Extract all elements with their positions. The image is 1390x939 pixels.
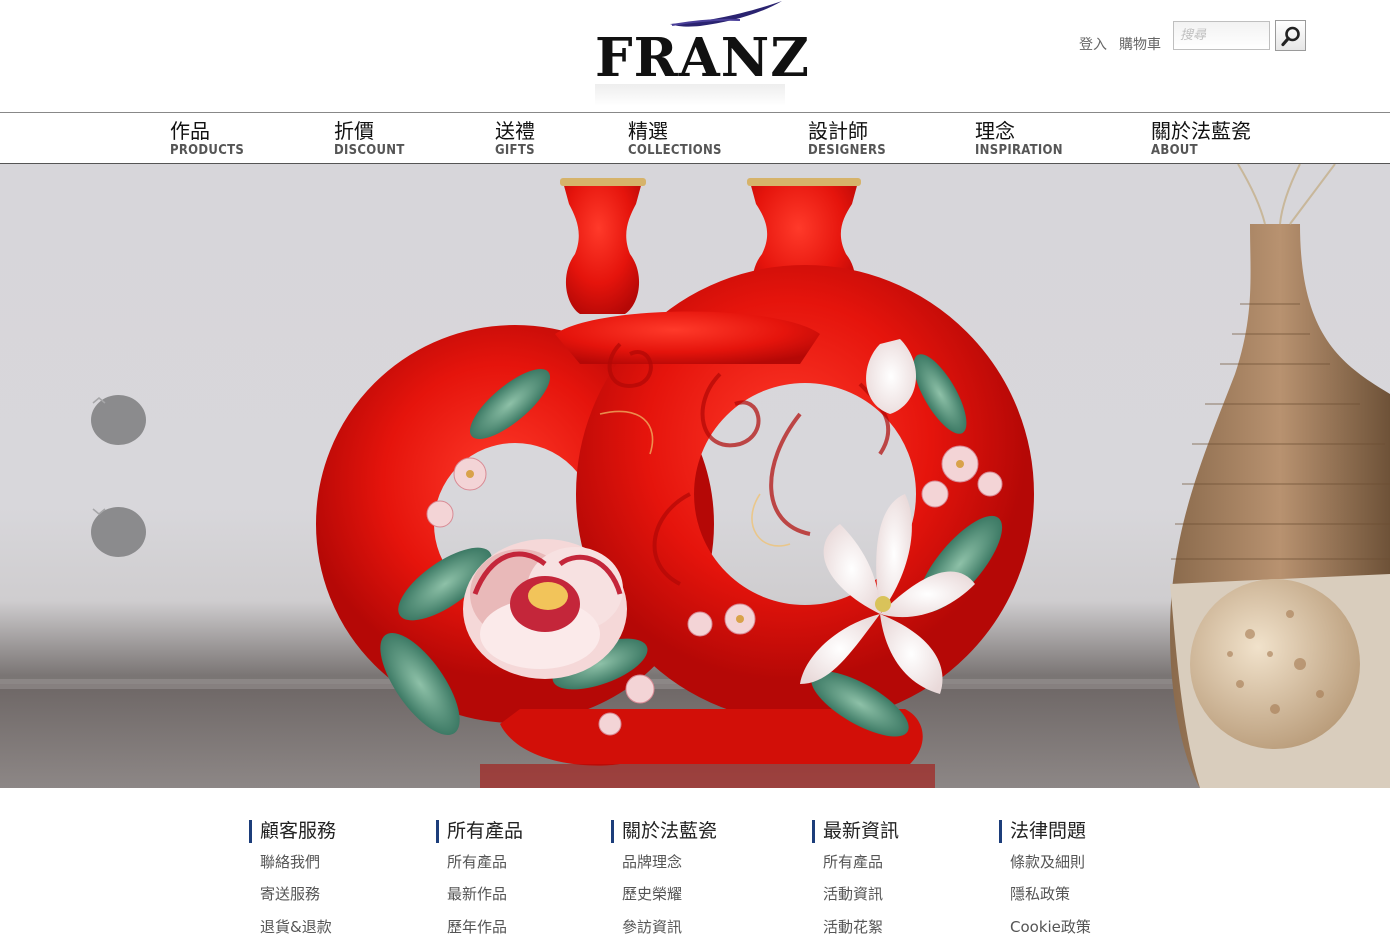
- nav-label-en: DISCOUNT: [334, 143, 405, 158]
- nav-label-zh: 作品: [170, 119, 210, 143]
- footer-link[interactable]: 活動資訊: [823, 884, 899, 904]
- footer-column-title: 顧客服務: [249, 820, 336, 843]
- franz-logo[interactable]: FRANZ: [590, 0, 809, 110]
- site-header: FRANZ 登入 購物車: [0, 0, 1390, 112]
- nav-label-zh: 精選: [628, 119, 668, 143]
- footer-link[interactable]: 最新作品: [447, 884, 523, 904]
- footer-link[interactable]: 聯絡我們: [260, 852, 336, 872]
- hero-vase-image: [0, 164, 1390, 788]
- chevron-up-icon: [92, 397, 106, 404]
- footer-link[interactable]: Cookie政策: [1010, 917, 1091, 937]
- nav-label-en: PRODUCTS: [170, 143, 245, 158]
- footer-link[interactable]: 退貨&退款: [260, 917, 336, 937]
- nav-item-inspiration[interactable]: 理念 INSPIRATION: [975, 118, 1063, 158]
- nav-item-collections[interactable]: 精選 COLLECTIONS: [628, 118, 722, 158]
- search-button[interactable]: [1275, 20, 1306, 51]
- footer-link[interactable]: 所有產品: [447, 852, 523, 872]
- slide-next-button[interactable]: [91, 507, 146, 557]
- cart-link[interactable]: 購物車: [1119, 34, 1161, 54]
- nav-label-en: COLLECTIONS: [628, 143, 722, 158]
- slide-prev-button[interactable]: [91, 395, 146, 445]
- nav-label-zh: 關於法藍瓷: [1151, 119, 1251, 143]
- chevron-down-icon: [92, 508, 106, 515]
- footer-link[interactable]: 隱私政策: [1010, 884, 1091, 904]
- footer-column-news: 最新資訊 所有產品 活動資訊 活動花絮: [812, 820, 899, 937]
- nav-item-gifts[interactable]: 送禮 GIFTS: [495, 118, 535, 158]
- search-icon: [1280, 26, 1300, 46]
- logo-wordmark: FRANZ: [595, 27, 810, 89]
- footer-link[interactable]: 歷年作品: [447, 917, 523, 937]
- nav-label-en: INSPIRATION: [975, 143, 1063, 158]
- site-footer: 顧客服務 聯絡我們 寄送服務 退貨&退款 所有產品 所有產品 最新作品 歷年作品…: [0, 788, 1390, 939]
- nav-label-zh: 送禮: [495, 119, 535, 143]
- footer-column-legal: 法律問題 條款及細則 隱私政策 Cookie政策: [999, 820, 1091, 937]
- nav-label-en: DESIGNERS: [808, 143, 886, 158]
- footer-link[interactable]: 參訪資訊: [622, 917, 717, 937]
- utility-links: 登入 購物車: [1079, 34, 1161, 54]
- nav-label-en: ABOUT: [1151, 143, 1198, 158]
- main-nav: 作品 PRODUCTS 折價 DISCOUNT 送禮 GIFTS 精選 COLL…: [0, 112, 1390, 164]
- footer-column-title: 所有產品: [436, 820, 523, 843]
- footer-column-products: 所有產品 所有產品 最新作品 歷年作品: [436, 820, 523, 937]
- footer-link[interactable]: 品牌理念: [622, 852, 717, 872]
- footer-link[interactable]: 歷史榮耀: [622, 884, 717, 904]
- nav-label-zh: 理念: [975, 119, 1015, 143]
- footer-column-service: 顧客服務 聯絡我們 寄送服務 退貨&退款: [249, 820, 336, 937]
- nav-item-discount[interactable]: 折價 DISCOUNT: [334, 118, 405, 158]
- footer-column-about: 關於法藍瓷 品牌理念 歷史榮耀 參訪資訊: [611, 820, 717, 937]
- footer-column-title: 關於法藍瓷: [611, 820, 717, 843]
- footer-link[interactable]: 所有產品: [823, 852, 899, 872]
- footer-link[interactable]: 寄送服務: [260, 884, 336, 904]
- footer-link[interactable]: 條款及細則: [1010, 852, 1091, 872]
- footer-link[interactable]: 活動花絮: [823, 917, 899, 937]
- nav-label-zh: 設計師: [808, 119, 868, 143]
- hero-banner: [0, 164, 1390, 788]
- logo-reflection: [595, 84, 785, 106]
- footer-column-title: 法律問題: [999, 820, 1091, 843]
- nav-item-products[interactable]: 作品 PRODUCTS: [170, 118, 244, 158]
- footer-column-title: 最新資訊: [812, 820, 899, 843]
- nav-item-about[interactable]: 關於法藍瓷 ABOUT: [1151, 118, 1251, 158]
- nav-label-zh: 折價: [334, 119, 374, 143]
- nav-label-en: GIFTS: [495, 143, 535, 158]
- search-input[interactable]: [1173, 21, 1270, 50]
- nav-item-designers[interactable]: 設計師 DESIGNERS: [808, 118, 886, 158]
- login-link[interactable]: 登入: [1079, 34, 1107, 54]
